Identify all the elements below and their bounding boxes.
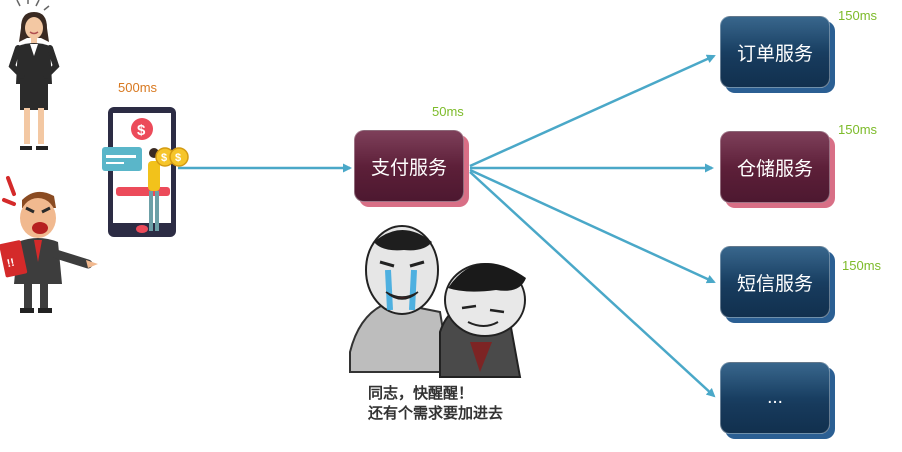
meme-caption: 同志，快醒醒！ 还有个需求要加进去 <box>368 384 503 424</box>
svg-text:$: $ <box>161 152 167 164</box>
sms-service-latency: 150ms <box>842 258 882 273</box>
warehouse-service-latency: 150ms <box>838 122 878 137</box>
meme-caption-line1: 同志，快醒醒！ <box>368 385 474 402</box>
svg-text:$: $ <box>175 152 181 164</box>
businesswoman-icon <box>8 0 60 150</box>
client-latency: 500ms <box>118 80 158 95</box>
payment-service-node: 支付服务 <box>354 130 464 202</box>
crying-meme-icon <box>349 225 526 378</box>
order-service-label: 订单服务 <box>736 43 813 65</box>
payment-service-label: 支付服务 <box>370 157 447 179</box>
payment-latency: 50ms <box>432 104 464 119</box>
arrow-payment-to-order <box>469 54 716 168</box>
svg-text:$: $ <box>137 122 146 139</box>
angry-boss-icon: !! <box>0 176 98 313</box>
warehouse-service-node: 仓储服务 <box>720 131 830 203</box>
order-service-node: 订单服务 <box>720 16 830 88</box>
meme-caption-line2: 还有个需求要加进去 <box>368 405 504 422</box>
more-services-label: ... <box>767 387 783 408</box>
more-services-node: ... <box>720 362 830 434</box>
dollar-coin-icon: $ $ <box>155 147 189 167</box>
sms-service-node: 短信服务 <box>720 246 830 318</box>
warehouse-service-label: 仓储服务 <box>736 158 813 180</box>
sms-service-label: 短信服务 <box>736 273 813 295</box>
order-service-latency: 150ms <box>838 8 878 23</box>
phone-payment-icon: $ <box>102 107 176 237</box>
